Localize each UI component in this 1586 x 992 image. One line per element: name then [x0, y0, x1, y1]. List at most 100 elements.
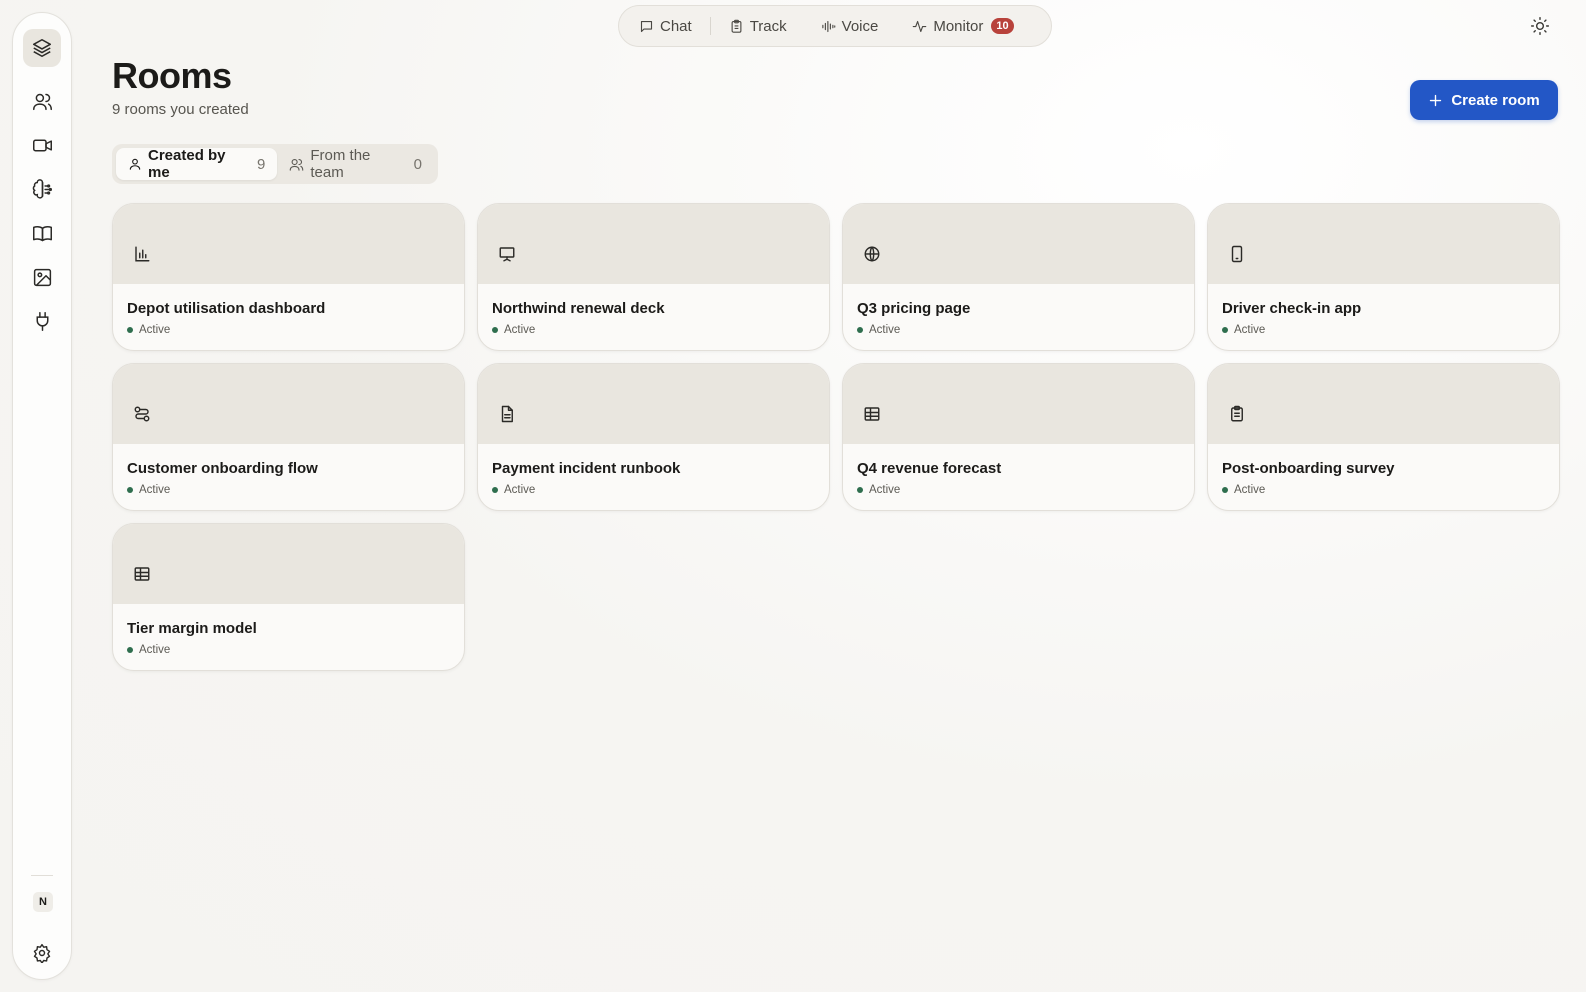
create-room-button[interactable]: Create room: [1410, 80, 1558, 120]
card-preview: [478, 204, 829, 284]
room-title: Payment incident runbook: [492, 460, 681, 477]
room-card[interactable]: Depot utilisation dashboard Active: [112, 203, 465, 351]
nav-monitor[interactable]: Monitor 10: [906, 18, 1019, 35]
bar-chart-icon: [133, 245, 151, 263]
sun-icon[interactable]: [1530, 16, 1550, 36]
status-dot: [492, 327, 498, 333]
tab-from-the-team-label: From the team: [310, 147, 371, 181]
room-card[interactable]: Post-onboarding survey Active: [1207, 363, 1560, 511]
plus-icon: [1428, 93, 1443, 108]
room-status: Active: [127, 644, 170, 656]
room-status-label: Active: [504, 324, 536, 336]
card-preview: [1208, 204, 1559, 284]
nav-voice-label: Voice: [841, 17, 879, 35]
room-card[interactable]: Tier margin model Active: [112, 523, 465, 671]
brain-icon[interactable]: [23, 170, 61, 208]
room-title: Depot utilisation dashboard: [127, 300, 326, 317]
room-title: Tier margin model: [127, 620, 257, 637]
document-icon: [498, 405, 516, 423]
room-status-label: Active: [869, 324, 901, 336]
avatar[interactable]: N: [33, 892, 53, 912]
card-preview: [113, 364, 464, 444]
room-status-label: Active: [139, 324, 171, 336]
card-preview: [1208, 364, 1559, 444]
table-icon: [133, 565, 151, 583]
card-preview: [478, 364, 829, 444]
room-status: Active: [1222, 484, 1265, 496]
card-preview: [843, 364, 1194, 444]
room-card[interactable]: Q3 pricing page Active: [842, 203, 1195, 351]
room-status: Active: [127, 484, 170, 496]
room-status: Active: [492, 324, 535, 336]
image-icon[interactable]: [23, 258, 61, 296]
nav-track[interactable]: Track: [723, 18, 793, 35]
room-status: Active: [857, 484, 900, 496]
activity-icon: [912, 19, 927, 34]
settings-gear-icon[interactable]: [23, 934, 61, 972]
status-dot: [1222, 487, 1228, 493]
waveform-icon: [821, 19, 836, 34]
users-icon[interactable]: [23, 82, 61, 120]
filter-tabs: Created by me 9 From the team 0: [112, 144, 438, 184]
tab-from-the-team-count: 0: [413, 155, 422, 173]
clipboard-list-icon: [1228, 405, 1246, 423]
users-icon: [289, 157, 304, 172]
workflow-icon: [133, 405, 151, 423]
room-card[interactable]: Northwind renewal deck Active: [477, 203, 830, 351]
room-status-label: Active: [1234, 324, 1266, 336]
room-title: Driver check-in app: [1222, 300, 1362, 317]
room-status: Active: [492, 484, 535, 496]
book-icon[interactable]: [23, 214, 61, 252]
room-status-label: Active: [504, 484, 536, 496]
card-preview: [113, 524, 464, 604]
status-dot: [127, 647, 133, 653]
room-title: Northwind renewal deck: [492, 300, 665, 317]
room-title: Q3 pricing page: [857, 300, 971, 317]
tab-created-by-me-count: 9: [257, 155, 266, 173]
presentation-icon: [498, 245, 516, 263]
monitor-count-badge: 10: [991, 18, 1014, 34]
tab-created-by-me-label: Created by me: [148, 147, 226, 181]
nav-monitor-label: Monitor: [933, 17, 984, 35]
video-icon[interactable]: [23, 126, 61, 164]
smartphone-icon: [1228, 245, 1246, 263]
nav-separator: [709, 17, 711, 35]
room-card[interactable]: Customer onboarding flow Active: [112, 363, 465, 511]
room-card[interactable]: Q4 revenue forecast Active: [842, 363, 1195, 511]
create-room-label: Create room: [1451, 91, 1540, 109]
chat-bubble-icon: [639, 19, 654, 34]
status-dot: [857, 487, 863, 493]
top-nav: Chat Track Voice Monitor 10: [618, 5, 1052, 47]
room-status: Active: [857, 324, 900, 336]
sidebar: N: [12, 12, 72, 980]
card-preview: [843, 204, 1194, 284]
room-status-label: Active: [139, 644, 171, 656]
room-status-label: Active: [869, 484, 901, 496]
plug-icon[interactable]: [23, 302, 61, 340]
tab-from-the-team[interactable]: From the team 0: [277, 147, 434, 181]
page-title: Rooms: [112, 55, 232, 96]
status-dot: [857, 327, 863, 333]
status-dot: [492, 487, 498, 493]
room-title: Post-onboarding survey: [1222, 460, 1395, 477]
nav-voice[interactable]: Voice: [815, 18, 885, 35]
globe-icon: [863, 245, 881, 263]
room-status-label: Active: [139, 484, 171, 496]
nav-chat[interactable]: Chat: [633, 18, 698, 35]
status-dot: [127, 327, 133, 333]
table-icon: [863, 405, 881, 423]
nav-track-label: Track: [749, 17, 787, 35]
room-title: Q4 revenue forecast: [857, 460, 1002, 477]
sidebar-divider: [31, 875, 53, 876]
room-card[interactable]: Payment incident runbook Active: [477, 363, 830, 511]
card-preview: [113, 204, 464, 284]
clipboard-icon: [729, 19, 744, 34]
room-status-label: Active: [1234, 484, 1266, 496]
tab-created-by-me[interactable]: Created by me 9: [116, 147, 278, 181]
user-icon: [128, 157, 142, 171]
room-status: Active: [127, 324, 170, 336]
layers-icon[interactable]: [23, 29, 61, 67]
room-card[interactable]: Driver check-in app Active: [1207, 203, 1560, 351]
page-subtitle: 9 rooms you created: [112, 101, 249, 118]
room-title: Customer onboarding flow: [127, 460, 318, 477]
